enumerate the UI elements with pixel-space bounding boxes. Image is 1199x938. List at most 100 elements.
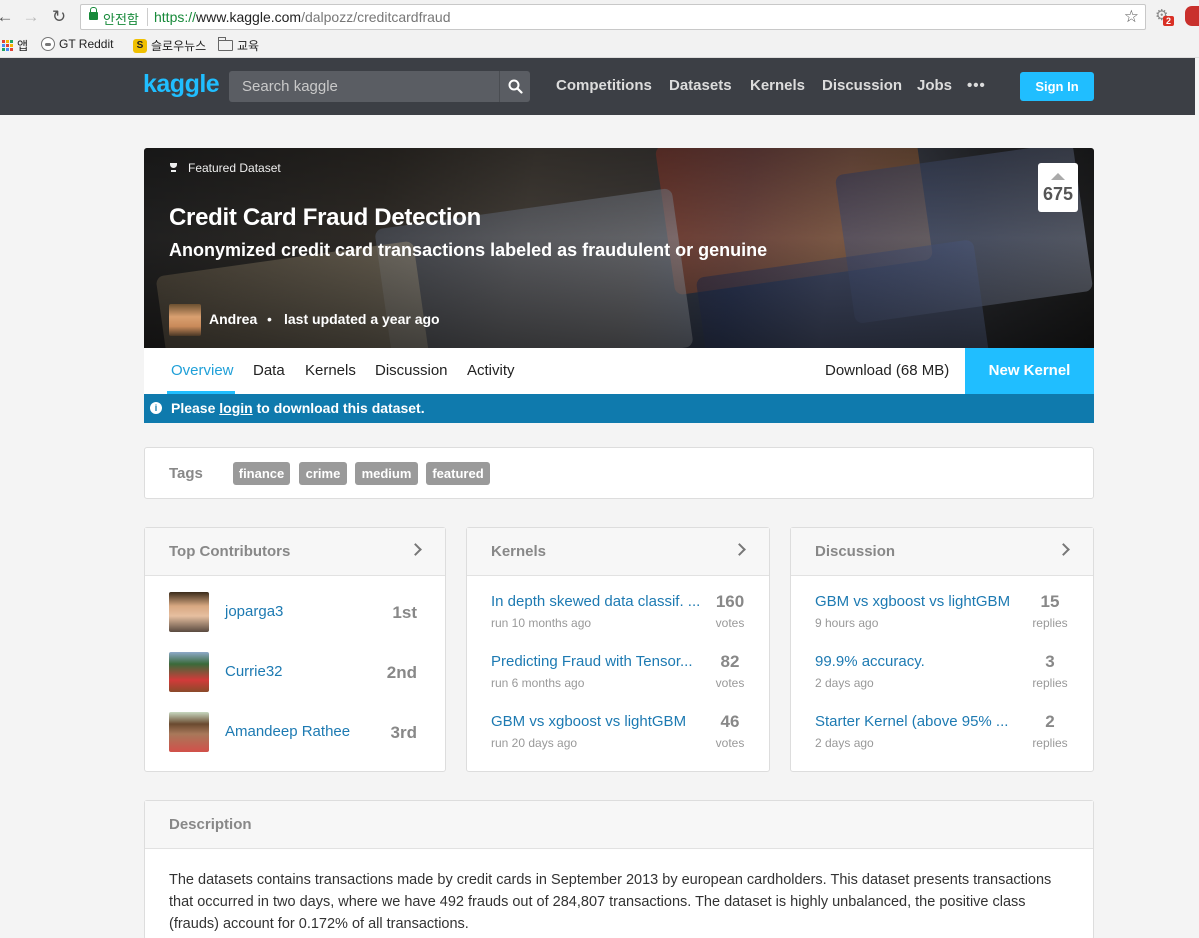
tab-data[interactable]: Data (253, 362, 285, 379)
nav-competitions[interactable]: Competitions (556, 77, 652, 94)
nav-datasets[interactable]: Datasets (669, 77, 732, 94)
nav-kernels[interactable]: Kernels (750, 77, 805, 94)
reply-count: 3 (1045, 652, 1055, 671)
lock-icon (89, 7, 98, 20)
notice-suffix: to download this dataset. (252, 400, 425, 416)
upvote-button[interactable]: 675 (1038, 163, 1078, 212)
site-header: kaggle Competitions Datasets Kernels Dis… (0, 58, 1199, 115)
extension-icon-2[interactable] (1185, 6, 1199, 26)
login-notice: i Please login to download this dataset. (144, 394, 1094, 423)
url-host: www.kaggle.com (196, 9, 302, 25)
author-name[interactable]: Andrea (209, 311, 257, 327)
tab-activity[interactable]: Activity (467, 362, 515, 379)
avatar[interactable] (169, 592, 209, 632)
chevron-right-icon[interactable] (733, 543, 746, 556)
bookmark-label: 교육 (237, 39, 260, 53)
tags-label: Tags (169, 465, 203, 482)
chevron-right-icon[interactable] (1057, 543, 1070, 556)
login-notice-text: Please login to download this dataset. (171, 400, 425, 416)
tab-discussion[interactable]: Discussion (375, 362, 448, 379)
reply-count: 15 (1040, 592, 1060, 611)
tag-finance[interactable]: finance (233, 462, 290, 485)
dataset-subtitle: Anonymized credit card transactions labe… (169, 240, 768, 260)
contributor-name[interactable]: joparga3 (225, 603, 283, 620)
kernels-panel: Kernels In depth skewed data classif. ..… (466, 527, 770, 772)
tab-overview[interactable]: Overview (171, 362, 234, 379)
bookmark-slownews[interactable]: S 슬로우뉴스 (133, 37, 206, 54)
discussion-title[interactable]: Starter Kernel (above 95% ... (815, 713, 1008, 730)
nav-jobs[interactable]: Jobs (917, 77, 952, 94)
discussion-meta: 2 days ago (815, 676, 874, 690)
bookmark-label: 슬로우뉴스 (151, 39, 207, 53)
back-arrow-icon[interactable]: ← (0, 7, 14, 27)
vote-count: 46 (720, 712, 740, 731)
bookmark-gt-reddit[interactable]: GT Reddit (41, 37, 113, 51)
tag-featured[interactable]: featured (426, 462, 490, 485)
panel-title: Kernels (491, 543, 547, 560)
kernel-meta: run 6 months ago (491, 676, 585, 690)
reply-unit: replies (1032, 676, 1068, 690)
download-link[interactable]: Download (68 MB) (825, 362, 949, 379)
folder-icon (218, 37, 233, 51)
panel-header[interactable]: Kernels (467, 528, 769, 576)
new-kernel-button[interactable]: New Kernel (965, 348, 1094, 394)
page-scrollbar[interactable] (1195, 58, 1199, 938)
reddit-icon (41, 37, 55, 51)
info-icon: i (150, 402, 162, 414)
chevron-right-icon[interactable] (409, 543, 422, 556)
bookmark-apps[interactable]: 앱 (2, 37, 28, 54)
search-input[interactable] (229, 71, 499, 102)
tags-section: Tags finance crime medium featured (144, 447, 1094, 499)
discussion-title[interactable]: GBM vs xgboost vs lightGBM (815, 593, 1010, 610)
avatar[interactable] (169, 712, 209, 752)
address-bar[interactable]: 안전함 https://www.kaggle.com/dalpozz/credi… (80, 4, 1146, 30)
avatar[interactable] (169, 652, 209, 692)
contributor-name[interactable]: Currie32 (225, 663, 283, 680)
bookmark-education[interactable]: 교육 (218, 37, 259, 54)
kernel-meta: run 10 months ago (491, 616, 592, 630)
description-section: Description The datasets contains transa… (144, 800, 1094, 938)
discussion-meta: 2 days ago (815, 736, 874, 750)
kernel-title[interactable]: Predicting Fraud with Tensor... (491, 653, 693, 670)
meta-separator: • (267, 311, 272, 327)
reply-unit: replies (1032, 616, 1068, 630)
vote-unit: votes (715, 616, 745, 630)
bookmark-label: 앱 (17, 39, 29, 53)
bookmark-label: GT Reddit (59, 37, 114, 51)
url-text[interactable]: https://www.kaggle.com/dalpozz/creditcar… (154, 9, 451, 25)
dataset-hero: Featured Dataset Credit Card Fraud Detec… (144, 148, 1094, 348)
search-icon (508, 79, 523, 94)
author-avatar[interactable] (169, 304, 201, 336)
nav-discussion[interactable]: Discussion (822, 77, 902, 94)
trophy-icon (169, 162, 178, 174)
dataset-tabs: Overview Data Kernels Discussion Activit… (144, 348, 1094, 394)
vote-count: 160 (715, 592, 745, 611)
top-contributors-panel: Top Contributors joparga3 1st Currie32 2… (144, 527, 446, 772)
panel-title: Discussion (815, 543, 896, 560)
kernel-title[interactable]: GBM vs xgboost vs lightGBM (491, 713, 686, 730)
discussion-title[interactable]: 99.9% accuracy. (815, 653, 925, 670)
kaggle-logo[interactable]: kaggle (143, 70, 220, 99)
kernel-title[interactable]: In depth skewed data classif. ... (491, 593, 700, 610)
browser-toolbar: ← → ↻ 안전함 https://www.kaggle.com/dalpozz… (0, 0, 1199, 34)
vote-unit: votes (715, 736, 745, 750)
description-text: The datasets contains transactions made … (169, 872, 1052, 932)
panel-header[interactable]: Discussion (791, 528, 1093, 576)
s-icon: S (133, 38, 147, 53)
sign-in-button[interactable]: Sign In (1020, 72, 1094, 101)
contributor-name[interactable]: Amandeep Rathee (225, 723, 350, 740)
forward-arrow-icon[interactable]: → (22, 7, 40, 27)
discussion-meta: 9 hours ago (815, 616, 879, 630)
reload-icon[interactable]: ↻ (50, 7, 68, 27)
search-button[interactable] (499, 71, 530, 102)
bookmarks-bar: 앱 GT Reddit S 슬로우뉴스 교육 (0, 34, 1199, 58)
vote-unit: votes (715, 676, 745, 690)
reply-unit: replies (1032, 736, 1068, 750)
tag-crime[interactable]: crime (299, 462, 347, 485)
tab-kernels[interactable]: Kernels (305, 362, 356, 379)
panel-header[interactable]: Top Contributors (145, 528, 445, 576)
login-link[interactable]: login (219, 400, 252, 416)
tag-medium[interactable]: medium (355, 462, 418, 485)
more-menu-icon[interactable]: ••• (967, 77, 986, 94)
bookmark-star-icon[interactable]: ☆ (1124, 7, 1139, 27)
